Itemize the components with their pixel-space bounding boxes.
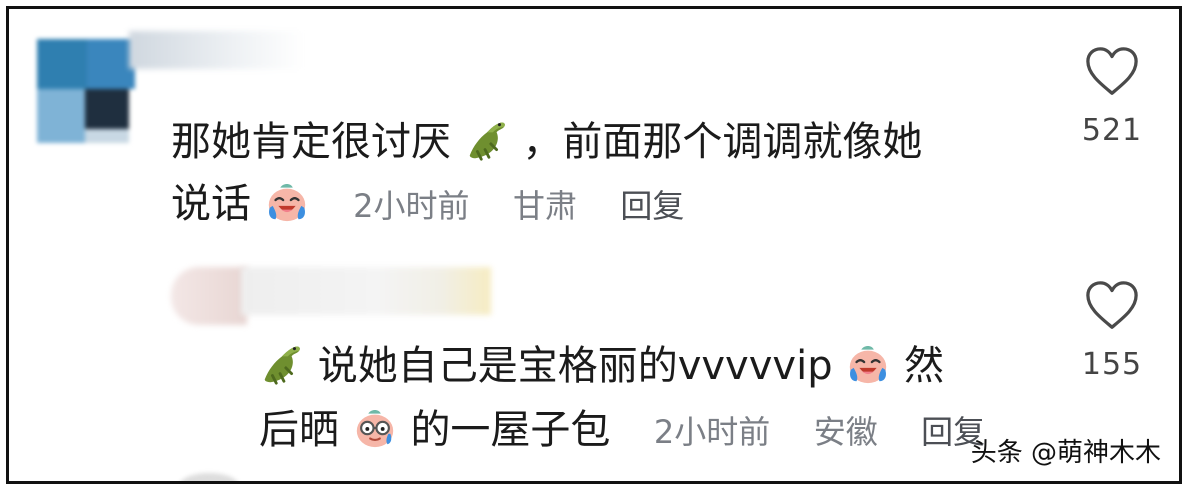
crying-laugh-emoji-icon bbox=[845, 341, 891, 387]
next-avatar bbox=[179, 473, 239, 481]
username[interactable] bbox=[129, 31, 304, 69]
comment-location: 甘肃 bbox=[512, 187, 577, 225]
comment-text-part: 说话 bbox=[171, 181, 251, 227]
comment-text-part: ，前面那个调调就像她 bbox=[522, 119, 923, 165]
comment-text-line2: 说话 2小时前 甘肃 回复 bbox=[171, 175, 684, 235]
crocodile-emoji-icon bbox=[464, 117, 510, 163]
username[interactable] bbox=[241, 267, 491, 315]
comment-text: 说她自己是宝格丽的vvvvvip 然 bbox=[259, 337, 944, 395]
crocodile-emoji-icon bbox=[259, 341, 305, 387]
comment-text-line2: 后晒 的一屋子包 2小时前 安徽 回复 bbox=[259, 401, 985, 461]
comment-panel: 那她肯定很讨厌 ，前面那个调调就像她 说话 2小时前 甘肃 回复 521 说她自… bbox=[6, 6, 1182, 484]
like-count: 155 bbox=[1081, 347, 1143, 382]
reply-button[interactable]: 回复 bbox=[620, 187, 684, 225]
avatar[interactable] bbox=[171, 267, 247, 325]
comment-text-part: 后晒 bbox=[259, 407, 339, 453]
comment-text: 那她肯定很讨厌 ，前面那个调调就像她 bbox=[171, 113, 922, 171]
like-button[interactable]: 155 bbox=[1072, 279, 1152, 382]
comment-time: 2小时前 bbox=[353, 187, 470, 225]
heart-icon[interactable] bbox=[1083, 45, 1141, 99]
comment-text-part: 说她自己是宝格丽的vvvvvip bbox=[317, 343, 833, 389]
like-button[interactable]: 521 bbox=[1072, 45, 1152, 148]
comment-text-part: 那她肯定很讨厌 bbox=[171, 119, 451, 165]
like-count: 521 bbox=[1081, 113, 1143, 148]
crying-laugh-emoji-icon bbox=[264, 179, 310, 225]
nerd-glasses-emoji-icon bbox=[352, 405, 398, 451]
comment-location: 安徽 bbox=[813, 413, 878, 451]
watermark: 头条 @萌神木木 bbox=[970, 438, 1161, 468]
heart-icon[interactable] bbox=[1083, 279, 1141, 333]
comment-text-part: 然 bbox=[904, 343, 945, 389]
avatar[interactable] bbox=[37, 39, 135, 143]
comment-time: 2小时前 bbox=[653, 413, 771, 451]
comment-text-part: 的一屋子包 bbox=[410, 407, 611, 453]
